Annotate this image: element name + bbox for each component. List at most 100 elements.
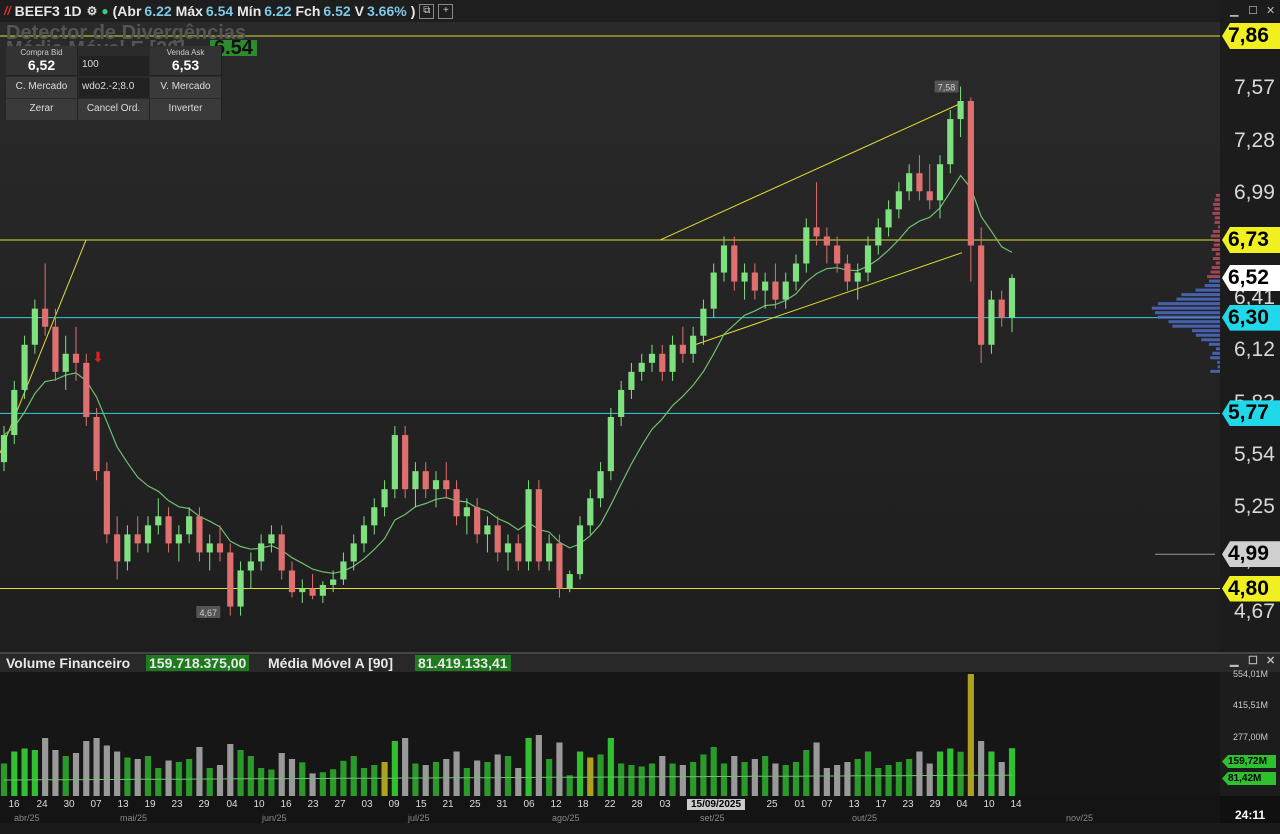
candle-body <box>93 417 99 471</box>
account-select[interactable]: wdo2.-2;8.0 <box>79 78 149 98</box>
volume-bar <box>453 752 459 797</box>
volume-bar <box>803 750 809 796</box>
candle-body <box>608 417 614 471</box>
volume-bar <box>104 746 110 797</box>
month-axis-label: mai/25 <box>120 813 147 823</box>
candle-body <box>371 507 377 525</box>
candle-body <box>957 101 963 119</box>
volume-bar <box>824 768 830 796</box>
bid-box[interactable]: Compra Bid 6,52 <box>6 46 78 76</box>
price-axis-tick: 5,25 <box>1234 495 1275 519</box>
volume-bar <box>412 764 418 797</box>
quantity-input[interactable]: 100 <box>79 56 149 76</box>
date-axis-tick: 25 <box>766 799 777 810</box>
candle-body <box>124 534 130 561</box>
candle-body <box>114 534 120 561</box>
volume-ma-tag: 81,42M <box>1222 772 1276 785</box>
period-label[interactable]: 1D <box>64 3 82 19</box>
high-annotation-label: 7,58 <box>938 83 956 93</box>
date-axis-tick: 13 <box>117 799 128 810</box>
volume-profile-bar <box>1155 311 1220 314</box>
month-axis-label: nov/25 <box>1066 813 1093 823</box>
add-icon[interactable]: + <box>438 4 453 19</box>
volume-ma-title: Média Móvel A [90] <box>268 655 393 671</box>
restore-icon[interactable]: ⧉ <box>419 4 434 19</box>
date-axis-tick: 23 <box>171 799 182 810</box>
date-axis-tick: 06 <box>523 799 534 810</box>
volume-chart[interactable] <box>0 672 1220 796</box>
ask-box[interactable]: Venda Ask 6,53 <box>150 46 222 76</box>
variation-label: V <box>355 3 364 19</box>
cancel-orders-button[interactable]: Cancel Ord. <box>78 99 150 120</box>
volume-bar <box>680 765 686 796</box>
volume-profile-bar <box>1192 329 1220 332</box>
candle-body <box>669 345 675 372</box>
candle-body <box>495 525 501 552</box>
volume-bar <box>752 759 758 796</box>
candle-body <box>628 372 634 390</box>
date-axis-tick: 04 <box>956 799 967 810</box>
candle-body <box>268 534 274 543</box>
date-axis[interactable]: 16 24 30 07 13 19 23 29 04 10 16 23 27 03 09 15 21 25 31 06… <box>0 796 1220 823</box>
volume-chart-panel[interactable] <box>0 672 1220 796</box>
date-axis-tick: 07 <box>90 799 101 810</box>
settings-icon[interactable]: ⚙ <box>87 4 98 18</box>
month-axis-label: set/25 <box>700 813 725 823</box>
candle-body <box>649 354 655 363</box>
candle-body <box>813 227 819 236</box>
volume-minimize-icon[interactable]: ▁ <box>1230 654 1238 667</box>
date-axis-tick: 27 <box>334 799 345 810</box>
volume-bar <box>330 769 336 796</box>
volume-bar <box>999 762 1005 796</box>
high-value: 6.54 <box>206 3 233 19</box>
volume-profile-bar <box>1181 293 1220 296</box>
candle-body <box>752 273 758 291</box>
candle-body <box>248 561 254 570</box>
moving-average-line <box>4 176 1012 574</box>
candle-body <box>433 480 439 489</box>
volume-maximize-icon[interactable]: ☐ <box>1248 654 1258 667</box>
symbol-label[interactable]: BEEF3 <box>15 3 60 19</box>
candle-body <box>217 543 223 552</box>
candle-body <box>381 489 387 507</box>
volume-value: 159.718.375,00 <box>146 655 249 671</box>
candle-body <box>546 543 552 561</box>
price-chart-panel[interactable]: 7,58 4,67 ⬇ // BEEF3 1D ⚙ ● (Abr 6.22 Máx … <box>0 0 1280 652</box>
candle-body <box>207 543 213 552</box>
open-label: Abr <box>117 3 141 19</box>
volume-profile-bar <box>1168 320 1220 323</box>
candle-body <box>803 227 809 263</box>
candle-body <box>937 164 943 200</box>
invert-button[interactable]: Inverter <box>150 99 222 120</box>
candle-body <box>906 173 912 191</box>
close-icon[interactable]: ✕ <box>1266 4 1275 17</box>
candle-body <box>865 245 871 272</box>
date-axis-tick: 21 <box>442 799 453 810</box>
minimize-icon[interactable]: ▁ <box>1230 4 1238 17</box>
candle-body <box>947 119 953 164</box>
volume-bar <box>248 756 254 796</box>
zero-button[interactable]: Zerar <box>6 99 78 120</box>
volume-close-icon[interactable]: ✕ <box>1266 654 1275 667</box>
candle-body <box>525 489 531 561</box>
volume-bar <box>207 768 213 796</box>
order-panel: Compra Bid 6,52 100 Venda Ask 6,53 C. Me… <box>6 46 222 120</box>
date-axis-tick: 22 <box>604 799 615 810</box>
volume-bar <box>783 765 789 796</box>
date-axis-tick: 16 <box>8 799 19 810</box>
volume-axis-tick: 277,00M <box>1233 732 1268 742</box>
buy-market-button[interactable]: C. Mercado <box>6 77 78 98</box>
maximize-icon[interactable]: ☐ <box>1248 4 1258 17</box>
volume-bar <box>196 747 202 796</box>
candle-body <box>639 363 645 372</box>
volume-bar <box>772 764 778 797</box>
volume-bar <box>659 756 665 796</box>
sell-market-button[interactable]: V. Mercado <box>150 77 222 98</box>
volume-bar <box>155 768 161 796</box>
volume-bar <box>32 750 38 796</box>
price-level-tag: 6,73 <box>1222 227 1280 253</box>
volume-current-tag: 159,72M <box>1222 755 1276 768</box>
bid-label: Compra Bid <box>6 48 77 57</box>
candle-body <box>618 390 624 417</box>
date-axis-tick: 24 <box>36 799 47 810</box>
